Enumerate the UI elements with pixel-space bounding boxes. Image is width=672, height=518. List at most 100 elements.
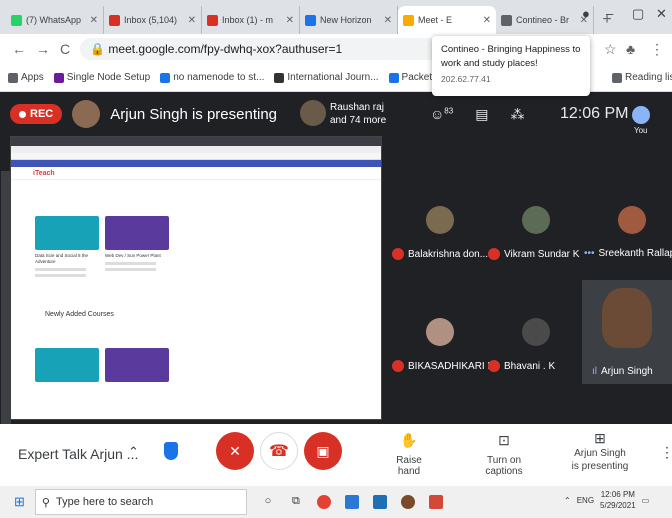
windows-taskbar: ⊞ ⚲ Type here to search ○ ⧉ ⌃ ENG 12:06 … <box>0 486 672 518</box>
browser-tab[interactable]: Contineo - Br ✕ <box>496 6 594 34</box>
activities-icon[interactable]: ⁂ <box>510 106 524 123</box>
bookmark-item[interactable]: no namenode to st... <box>160 72 264 83</box>
minimize-icon[interactable]: – <box>606 6 613 21</box>
people-count: 83 <box>444 106 454 116</box>
tray-chevron-icon[interactable]: ⌃ <box>564 496 571 505</box>
people-icon[interactable]: ☺83 <box>430 106 453 123</box>
presenter-avatar <box>72 100 101 128</box>
forward-icon[interactable]: → <box>36 41 50 57</box>
presenting-button[interactable]: ⊞ Arjun Singh is presenting <box>570 431 630 473</box>
task-view-icon[interactable]: ⧉ <box>289 495 303 509</box>
camera-off-icon: ▣ <box>316 442 330 459</box>
browser-tab[interactable]: Inbox (5,104) ✕ <box>104 6 202 34</box>
participant-tile[interactable]: •••Sreekanth Rallap... <box>584 198 672 268</box>
extension-icon[interactable]: ♣ <box>626 41 635 57</box>
browser-tab[interactable]: (7) WhatsApp ✕ <box>6 6 104 34</box>
participant-tile[interactable]: Vikram Sundar K <box>488 198 584 268</box>
tab-favicon-icon <box>11 14 22 26</box>
chrome-icon[interactable] <box>316 495 331 509</box>
cortana-icon[interactable]: ○ <box>261 495 275 509</box>
speaker-name-row: ıl Arjun Singh <box>592 366 653 377</box>
participant-avatar <box>522 318 550 346</box>
camera-toggle-button[interactable]: ▣ <box>304 432 342 470</box>
tab-close-icon[interactable]: ✕ <box>384 15 392 26</box>
top-icons: ☺83 ▤ ⁂ <box>430 106 524 123</box>
bookmark-item[interactable]: International Journ... <box>274 72 379 83</box>
tab-title: Contineo - Br <box>516 15 570 25</box>
tray-time: 12:06 PM <box>600 490 635 499</box>
notification-icon[interactable]: ▭ <box>642 496 650 505</box>
bookmark-item[interactable]: Apps <box>8 72 44 83</box>
app2-icon[interactable] <box>428 495 443 509</box>
browser-tab[interactable]: New Horizon ✕ <box>300 6 398 34</box>
participant-tile[interactable]: BIKASADHIKARI B <box>392 310 494 380</box>
others-name: Raushan raj <box>330 102 384 113</box>
close-window-icon[interactable]: ✕ <box>656 6 667 22</box>
store-icon[interactable] <box>372 495 387 509</box>
tab-close-icon[interactable]: ✕ <box>90 15 98 26</box>
shared-tab-strip <box>11 137 381 146</box>
url-field[interactable]: 🔒 meet.google.com/fpy-dwhq-xox?authuser=… <box>80 38 481 60</box>
participant-name: Sreekanth Rallap... <box>598 248 672 259</box>
bookmark-star-icon[interactable]: ☆ <box>604 41 617 58</box>
course-meta <box>35 274 87 277</box>
popup-ip: 202.62.77.41 <box>441 74 491 84</box>
tab-list: (7) WhatsApp ✕ Inbox (5,104) ✕ Inbox (1) - m… <box>6 6 594 34</box>
phone-icon: ☎ <box>269 443 289 460</box>
reload-icon[interactable]: C <box>60 41 70 57</box>
participant-name: Bhavani . K <box>504 360 556 372</box>
raise-hand-label: Raise hand <box>396 455 422 477</box>
more-options-icon[interactable]: ⋮ <box>660 444 672 461</box>
hang-up-button[interactable]: ☎ <box>260 432 298 470</box>
mic-off-icon <box>392 248 404 260</box>
bookmark-icon <box>274 72 285 83</box>
tray-date: 5/29/2021 <box>600 501 636 510</box>
windows-start-icon[interactable]: ⊞ <box>14 494 25 510</box>
raise-hand-button[interactable]: ✋ Raise hand <box>386 432 432 477</box>
app-icon[interactable] <box>400 495 415 509</box>
participant-name: BIKASADHIKARI B <box>408 360 495 372</box>
meet-clock: 12:06 PM <box>560 105 629 122</box>
shared-course-card: Web Dev / Sun Power Plant <box>105 216 169 277</box>
maximize-icon[interactable]: ▢ <box>632 6 644 22</box>
url-text: meet.google.com/fpy-dwhq-xox?authuser=1 <box>108 42 343 56</box>
browser-tab[interactable]: Meet - E ✕ <box>398 6 496 34</box>
meeting-details-chevron-icon[interactable]: ⌃ <box>128 444 139 460</box>
browser-tab[interactable]: Inbox (1) - m ✕ <box>202 6 300 34</box>
tab-title: New Horizon <box>320 15 372 25</box>
mic-toggle-button[interactable]: ✕ <box>216 432 254 470</box>
taskbar-search[interactable]: ⚲ Type here to search <box>34 489 247 515</box>
captions-button[interactable]: ⊡ Turn on captions <box>468 432 540 477</box>
tab-favicon-icon <box>305 14 316 26</box>
meet-control-bar: Expert Talk Arjun ... ⌃ ✕ ☎ ▣ ✋ Raise ha… <box>0 424 672 486</box>
hand-icon: ✋ <box>400 432 418 448</box>
participant-tile[interactable]: Balakrishna don... <box>392 198 488 268</box>
others-label: Raushan raj and 74 more <box>330 101 386 127</box>
profile-icon[interactable]: ● <box>582 6 590 21</box>
back-icon[interactable]: ← <box>12 41 26 57</box>
shield-icon[interactable] <box>164 442 178 460</box>
shared-course-row: Data Scie and Social 8 the Adventure Web … <box>11 180 381 277</box>
tray-clock[interactable]: 12:06 PM 5/29/2021 <box>600 489 636 511</box>
bookmark-item[interactable]: Reading list <box>612 72 672 83</box>
chat-icon[interactable]: ▤ <box>475 106 488 123</box>
participant-avatar <box>618 206 646 234</box>
speaker-tile[interactable]: ıl Arjun Singh <box>582 280 672 384</box>
mic-off-icon <box>392 360 404 372</box>
tab-close-icon[interactable]: ✕ <box>188 15 196 26</box>
notification-popup[interactable]: Contineo - Bringing Happiness to work an… <box>432 36 590 96</box>
participant-tile[interactable]: Bhavani . K <box>488 310 584 380</box>
bookmark-item[interactable]: Single Node Setup <box>53 72 150 83</box>
meet-top-bar: REC Arjun Singh is presenting Raushan ra… <box>0 92 672 136</box>
course-thumbnail <box>35 348 99 382</box>
teams-icon[interactable] <box>344 495 359 509</box>
tab-close-icon[interactable]: ✕ <box>286 15 294 26</box>
tab-close-icon[interactable]: ✕ <box>483 15 491 26</box>
mic-off-icon <box>488 248 500 260</box>
participant-avatar <box>426 206 454 234</box>
lang-label[interactable]: ENG <box>577 496 594 505</box>
course-meta <box>105 268 157 271</box>
menu-icon[interactable]: ⋮ <box>650 41 664 58</box>
shared-course-card <box>105 348 169 382</box>
shared-logo: iTeach <box>33 169 55 177</box>
